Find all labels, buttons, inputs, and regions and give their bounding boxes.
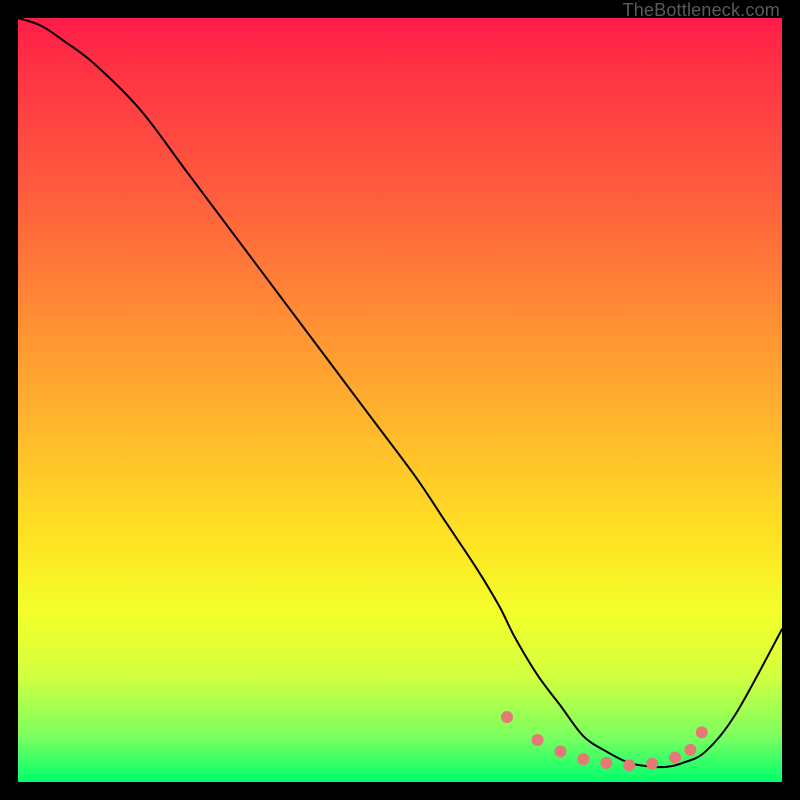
valley-dot: [577, 753, 589, 765]
chart-container: TheBottleneck.com: [0, 0, 800, 800]
valley-dot: [554, 745, 566, 757]
valley-dot: [669, 752, 681, 764]
valley-dot: [684, 744, 696, 756]
valley-dot: [623, 759, 635, 771]
chart-svg: [18, 18, 782, 782]
valley-dot: [646, 758, 658, 770]
bottleneck-curve: [18, 18, 782, 767]
valley-dot: [532, 734, 544, 746]
plot-area: [18, 18, 782, 782]
valley-dot: [600, 757, 612, 769]
valley-dot: [696, 726, 708, 738]
valley-dot: [501, 711, 513, 723]
